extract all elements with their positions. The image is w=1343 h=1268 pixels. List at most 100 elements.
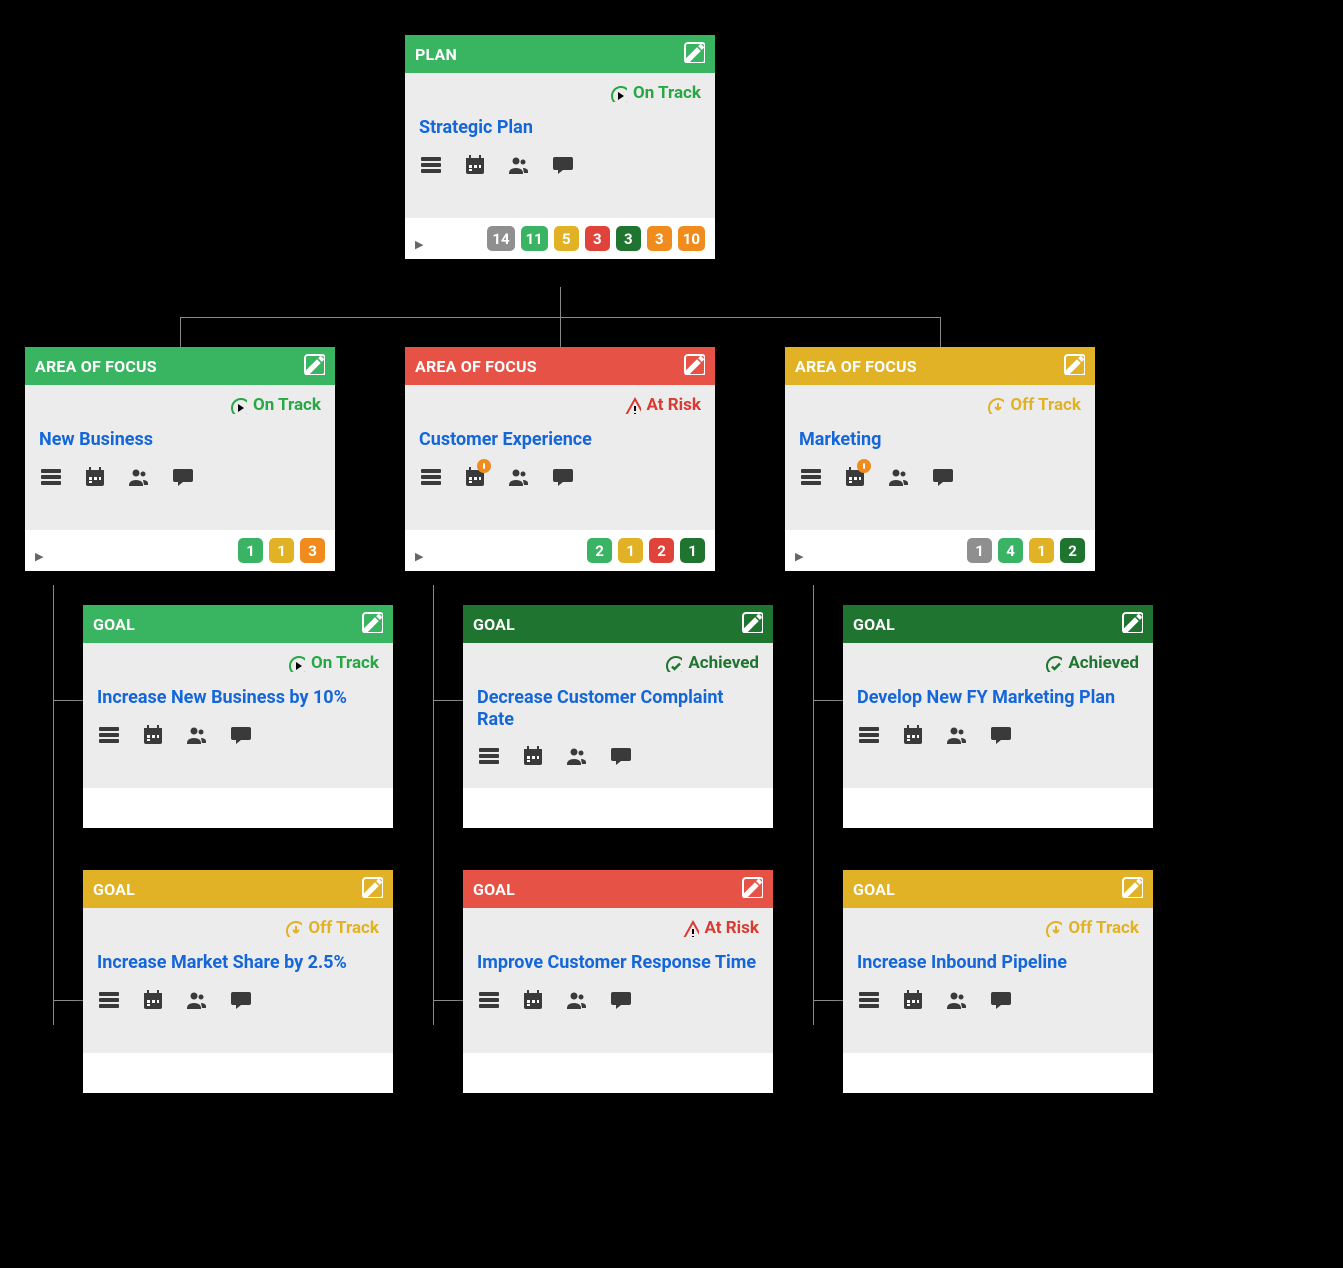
calendar-icon[interactable] <box>141 723 163 749</box>
count-badge[interactable]: 1 <box>269 538 294 563</box>
users-icon[interactable] <box>507 153 529 179</box>
status-text: Off Track <box>1010 395 1081 415</box>
chat-icon[interactable] <box>551 153 573 179</box>
goal-type-label: GOAL <box>473 615 515 634</box>
goal-header: GOAL <box>463 870 773 908</box>
users-icon[interactable] <box>127 465 149 491</box>
goal-title[interactable]: Increase Inbound Pipeline <box>857 952 1139 974</box>
count-badge[interactable]: 1 <box>967 538 992 563</box>
users-icon[interactable] <box>185 988 207 1014</box>
chat-icon[interactable] <box>989 723 1011 749</box>
edit-icon[interactable] <box>361 876 383 902</box>
count-badge[interactable]: 1 <box>680 538 705 563</box>
area-status: On Track <box>39 395 321 415</box>
chat-icon[interactable] <box>609 744 631 770</box>
stack-icon[interactable] <box>97 988 119 1014</box>
area-header: AREA OF FOCUS <box>785 347 1095 385</box>
count-badge[interactable]: 4 <box>998 538 1023 563</box>
status-text: At Risk <box>647 395 701 415</box>
stack-icon[interactable] <box>857 723 879 749</box>
stack-icon[interactable] <box>857 988 879 1014</box>
area-title[interactable]: Customer Experience <box>419 429 701 451</box>
stack-icon[interactable] <box>419 153 441 179</box>
users-icon[interactable] <box>565 744 587 770</box>
goal-status: Achieved <box>477 653 759 673</box>
arrow-right-circle-icon <box>229 396 247 414</box>
count-badge[interactable]: 14 <box>487 226 514 251</box>
chat-icon[interactable] <box>931 465 953 491</box>
edit-icon[interactable] <box>683 353 705 379</box>
chat-icon[interactable] <box>229 723 251 749</box>
goal-card: GOAL Achieved Develop New FY Marketing P… <box>843 605 1153 828</box>
goal-card: GOAL Achieved Decrease Customer Complain… <box>463 605 773 828</box>
area-title[interactable]: New Business <box>39 429 321 451</box>
calendar-icon[interactable] <box>901 723 923 749</box>
warning-icon <box>681 919 699 937</box>
edit-icon[interactable] <box>683 41 705 67</box>
count-badge[interactable]: 1 <box>618 538 643 563</box>
area-card: AREA OF FOCUS At Risk Customer Experienc… <box>405 347 715 571</box>
chat-icon[interactable] <box>551 465 573 491</box>
calendar-icon[interactable] <box>521 988 543 1014</box>
count-badge[interactable]: 10 <box>678 226 705 251</box>
edit-icon[interactable] <box>361 611 383 637</box>
plan-body: On Track Strategic Plan <box>405 73 715 218</box>
goal-title[interactable]: Develop New FY Marketing Plan <box>857 687 1139 709</box>
users-icon[interactable] <box>945 723 967 749</box>
edit-icon[interactable] <box>741 611 763 637</box>
stack-icon[interactable] <box>477 744 499 770</box>
goal-title[interactable]: Increase Market Share by 2.5% <box>97 952 379 974</box>
goal-title[interactable]: Improve Customer Response Time <box>477 952 759 974</box>
count-badge[interactable]: 11 <box>521 226 548 251</box>
chat-icon[interactable] <box>229 988 251 1014</box>
users-icon[interactable] <box>945 988 967 1014</box>
stack-icon[interactable] <box>97 723 119 749</box>
count-badge[interactable]: 2 <box>587 538 612 563</box>
users-icon[interactable] <box>185 723 207 749</box>
calendar-icon[interactable] <box>521 744 543 770</box>
count-badge[interactable]: 3 <box>647 226 672 251</box>
count-badge[interactable]: 3 <box>585 226 610 251</box>
stack-icon[interactable] <box>419 465 441 491</box>
count-badge[interactable]: 3 <box>616 226 641 251</box>
goal-title[interactable]: Increase New Business by 10% <box>97 687 379 709</box>
area-status: Off Track <box>799 395 1081 415</box>
edit-icon[interactable] <box>1063 353 1085 379</box>
users-icon[interactable] <box>565 988 587 1014</box>
stack-icon[interactable] <box>39 465 61 491</box>
edit-icon[interactable] <box>1121 876 1143 902</box>
count-badge[interactable]: 1 <box>238 538 263 563</box>
count-badge[interactable]: 1 <box>1029 538 1054 563</box>
calendar-icon[interactable] <box>901 988 923 1014</box>
count-badge[interactable]: 2 <box>649 538 674 563</box>
stack-icon[interactable] <box>477 988 499 1014</box>
calendar-icon[interactable] <box>83 465 105 491</box>
count-badge[interactable]: 3 <box>300 538 325 563</box>
goal-title[interactable]: Decrease Customer Complaint Rate <box>477 687 759 730</box>
count-badge[interactable]: 2 <box>1060 538 1085 563</box>
chat-icon[interactable] <box>989 988 1011 1014</box>
expand-icon[interactable]: ▶ <box>35 550 43 563</box>
stack-icon[interactable] <box>799 465 821 491</box>
status-text: At Risk <box>705 918 759 938</box>
users-icon[interactable] <box>887 465 909 491</box>
users-icon[interactable] <box>507 465 529 491</box>
chat-icon[interactable] <box>609 988 631 1014</box>
status-text: Off Track <box>308 918 379 938</box>
calendar-icon[interactable] <box>141 988 163 1014</box>
expand-icon[interactable]: ▶ <box>795 550 803 563</box>
edit-icon[interactable] <box>741 876 763 902</box>
expand-icon[interactable]: ▶ <box>415 550 423 563</box>
area-type-label: AREA OF FOCUS <box>415 357 537 376</box>
calendar-icon[interactable] <box>463 153 485 179</box>
status-text: Off Track <box>1068 918 1139 938</box>
chat-icon[interactable] <box>171 465 193 491</box>
count-badge[interactable]: 5 <box>554 226 579 251</box>
plan-title[interactable]: Strategic Plan <box>419 117 701 139</box>
expand-icon[interactable]: ▶ <box>415 238 423 251</box>
plan-card: PLAN On Track Strategic Plan ▶ 14 11 5 3… <box>405 35 715 259</box>
status-text: On Track <box>633 83 701 103</box>
edit-icon[interactable] <box>303 353 325 379</box>
area-title[interactable]: Marketing <box>799 429 1081 451</box>
edit-icon[interactable] <box>1121 611 1143 637</box>
